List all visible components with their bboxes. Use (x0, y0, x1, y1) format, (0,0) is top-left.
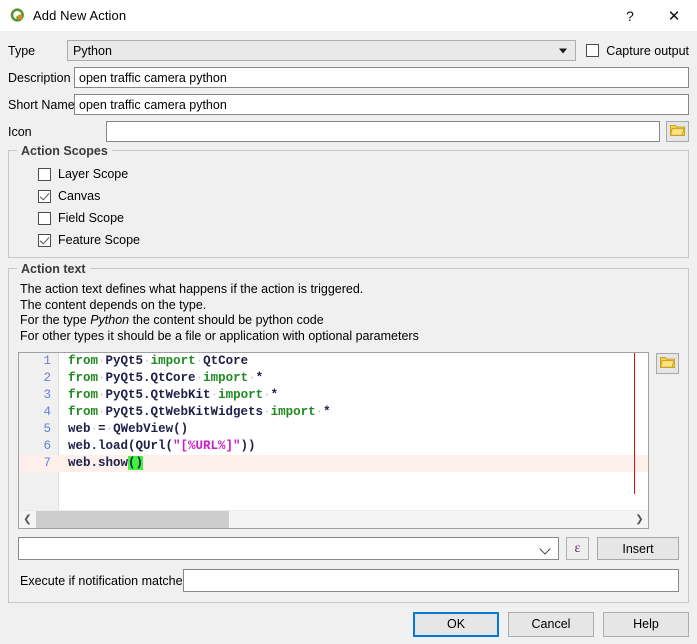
code-line-current: 7 web.show() (19, 455, 648, 472)
action-text-group: Action text The action text defines what… (8, 262, 689, 603)
qgis-logo-icon (9, 7, 26, 24)
code-area[interactable]: 1 from·PyQt5·import·QtCore 2 from·PyQt5.… (19, 353, 648, 511)
chevron-down-icon (559, 48, 568, 53)
scrollbar-thumb[interactable] (36, 511, 229, 528)
capture-output-row[interactable]: Capture output (586, 44, 689, 58)
canvas-scope-checkbox[interactable] (38, 189, 51, 203)
feature-scope-checkbox[interactable] (38, 233, 51, 247)
close-icon[interactable]: ✕ (651, 0, 697, 31)
feature-scope-label: Feature Scope (58, 233, 140, 247)
line-text: from·PyQt5.QtCore·import·* (68, 371, 264, 385)
editor-horizontal-scrollbar[interactable]: ❮ ❯ (19, 510, 648, 528)
action-text-title: Action text (17, 262, 90, 276)
code-lines: 1 from·PyQt5·import·QtCore 2 from·PyQt5.… (19, 353, 648, 472)
scope-item-feature[interactable]: Feature Scope (38, 229, 678, 251)
description-label: Description (8, 70, 71, 85)
folder-open-icon (669, 124, 685, 140)
line-number: 6 (43, 439, 51, 453)
title-bar-buttons: ? ✕ (609, 0, 697, 31)
notification-label: Execute if notification matches (20, 573, 189, 588)
code-editor[interactable]: 1 from·PyQt5·import·QtCore 2 from·PyQt5.… (18, 352, 649, 529)
help-line-3-pre: For the type (20, 313, 91, 327)
cancel-button[interactable]: Cancel (508, 611, 594, 637)
scope-item-layer[interactable]: Layer Scope (38, 163, 678, 185)
expression-combobox[interactable] (18, 537, 559, 560)
line-text: from·PyQt5·import·QtCore (68, 354, 249, 368)
help-line-3-emphasis: Python (90, 313, 130, 327)
layer-scope-checkbox[interactable] (38, 167, 51, 181)
layer-scope-label: Layer Scope (58, 167, 129, 181)
dialog-body: Type Python Capture output Description o… (0, 31, 697, 603)
code-line: 2 from·PyQt5.QtCore·import·* (19, 370, 648, 387)
capture-output-label: Capture output (606, 43, 689, 58)
scope-item-canvas[interactable]: Canvas (38, 185, 678, 207)
type-combobox[interactable]: Python (67, 40, 577, 61)
line-text: from·PyQt5.QtWebKitWidgets·import·* (68, 405, 331, 419)
canvas-scope-label: Canvas (58, 189, 101, 203)
type-row: Type Python Capture output (8, 31, 689, 61)
scope-item-field[interactable]: Field Scope (38, 207, 678, 229)
type-label: Type (8, 43, 36, 58)
help-line-2: The content depends on the type. (20, 297, 207, 312)
action-scopes-group: Action Scopes Layer Scope Canvas Field S… (8, 144, 689, 258)
description-input[interactable]: open traffic camera python (74, 67, 689, 88)
help-icon[interactable]: ? (609, 0, 651, 31)
code-line: 5 web·=·QWebView() (19, 421, 648, 438)
code-line: 6 web.load(QUrl("[%URL%]")) (19, 438, 648, 455)
icon-row: Icon (8, 121, 689, 142)
help-line-3: For the type Python the content should b… (20, 313, 679, 329)
line-text: web.show() (68, 456, 144, 470)
expression-builder-button[interactable]: ε (566, 537, 589, 560)
editor-margin-line (634, 353, 635, 494)
line-number: 1 (43, 354, 51, 368)
line-number: 7 (43, 456, 51, 470)
dialog-footer: OK Cancel Help (0, 604, 697, 644)
type-combobox-value: Python (73, 43, 112, 58)
icon-label: Icon (8, 124, 32, 139)
title-bar: Add New Action ? ✕ (0, 0, 697, 31)
help-button[interactable]: Help (603, 611, 689, 637)
line-number: 5 (43, 422, 51, 436)
notification-input[interactable] (183, 569, 679, 592)
line-text: web·=·QWebView() (68, 422, 189, 436)
action-text-help: The action text defines what happens if … (20, 282, 679, 344)
short-name-input[interactable]: open traffic camera python (74, 94, 689, 115)
folder-open-icon (659, 356, 675, 372)
help-line-4: For other types it should be a file or a… (20, 328, 419, 343)
short-name-row: Short Name open traffic camera python (8, 94, 689, 115)
field-scope-label: Field Scope (58, 211, 125, 225)
chevron-down-icon (539, 543, 551, 555)
description-row: Description open traffic camera python (8, 67, 689, 88)
line-number: 4 (43, 405, 51, 419)
window-title: Add New Action (33, 8, 127, 23)
insert-button[interactable]: Insert (597, 537, 679, 560)
scrollbar-track[interactable] (36, 511, 631, 528)
chevron-left-icon[interactable]: ❮ (19, 514, 36, 525)
line-number: 2 (43, 371, 51, 385)
code-line: 1 from·PyQt5·import·QtCore (19, 353, 648, 370)
short-name-label: Short Name (8, 97, 75, 112)
line-number: 3 (43, 388, 51, 402)
code-editor-wrap: 1 from·PyQt5·import·QtCore 2 from·PyQt5.… (18, 352, 679, 529)
action-scopes-title: Action Scopes (17, 144, 112, 158)
line-text: web.load(QUrl("[%URL%]")) (68, 439, 256, 453)
expression-row: ε Insert (18, 537, 679, 560)
icon-browse-button[interactable] (666, 121, 689, 142)
line-text: from·PyQt5.QtWebKit·import·* (68, 388, 279, 402)
code-line: 3 from·PyQt5.QtWebKit·import·* (19, 387, 648, 404)
help-line-3-post: the content should be python code (129, 313, 324, 327)
field-scope-checkbox[interactable] (38, 211, 51, 225)
action-text-browse-button[interactable] (656, 353, 679, 374)
icon-input[interactable] (106, 121, 660, 142)
chevron-right-icon[interactable]: ❯ (631, 514, 648, 525)
ok-button[interactable]: OK (413, 611, 499, 637)
code-line: 4 from·PyQt5.QtWebKitWidgets·import·* (19, 404, 648, 421)
notification-row: Execute if notification matches (18, 569, 679, 592)
capture-output-checkbox[interactable] (586, 44, 600, 57)
help-line-1: The action text defines what happens if … (20, 282, 364, 296)
